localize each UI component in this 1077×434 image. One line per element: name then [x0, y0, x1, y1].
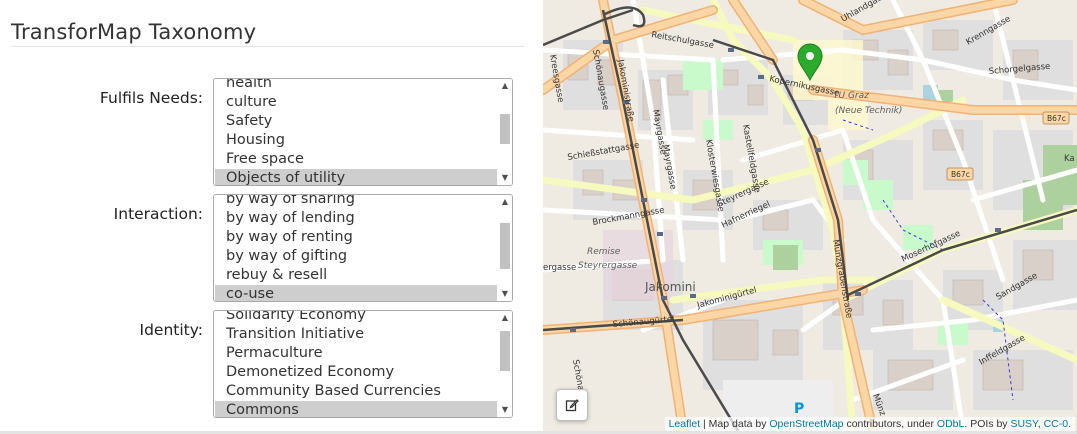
list-option[interactable]: Housing [215, 131, 497, 150]
fulfils-needs-select[interactable]: health culture Safety Housing Free space… [213, 78, 513, 186]
attribution-text: . [1068, 418, 1071, 430]
parking-icon: P [794, 401, 804, 417]
scrollbar[interactable]: ▲ ▼ [498, 311, 512, 417]
map-tiles[interactable]: Reitschulgasse Uhlandgasse Krenngasse Sc… [543, 0, 1077, 431]
map-label-ka: Ka [1064, 154, 1075, 164]
list-option[interactable]: by way of lending [215, 209, 497, 228]
scroll-up-icon[interactable]: ▲ [498, 311, 512, 325]
cc0-link[interactable]: CC-0 [1044, 418, 1069, 430]
edit-button[interactable] [556, 389, 588, 421]
susy-link[interactable]: SUSY [1010, 418, 1037, 430]
list-option[interactable]: Demonetized Economy [215, 363, 497, 382]
scroll-down-icon[interactable]: ▼ [498, 287, 512, 301]
list-option[interactable]: Solidarity Economy [215, 311, 497, 325]
map-label-b67c-south: B67c [951, 170, 970, 179]
scroll-thumb[interactable] [500, 223, 510, 269]
list-option[interactable]: by way of renting [215, 228, 497, 247]
identity-select[interactable]: Solidarity Economy Transition Initiative… [213, 310, 513, 418]
list-option[interactable]: Community Based Currencies [215, 382, 497, 401]
scroll-up-icon[interactable]: ▲ [498, 79, 512, 93]
attribution-text: | Map data by [700, 418, 770, 430]
interaction-label: Interaction: [113, 205, 203, 223]
scrollbar[interactable]: ▲ ▼ [498, 79, 512, 185]
list-option-selected[interactable]: Objects of utility [215, 169, 497, 185]
list-option[interactable]: Permaculture [215, 344, 497, 363]
map-label-remise-steyrergasse: Steyrergasse [578, 261, 638, 271]
identity-label: Identity: [139, 321, 204, 339]
openstreetmap-link[interactable]: OpenStreetMap [769, 418, 843, 430]
list-option[interactable]: Transition Initiative [215, 325, 497, 344]
map-label-jakomini: Jakomini [644, 280, 696, 294]
list-option[interactable]: by way of gifting [215, 247, 497, 266]
leaflet-link[interactable]: Leaflet [669, 418, 701, 430]
page-title: TransforMap Taxonomy [11, 20, 257, 44]
scroll-down-icon[interactable]: ▼ [498, 403, 512, 417]
map-label-tu-graz: TU Graz [833, 91, 869, 101]
attribution-text: . POIs by [964, 418, 1011, 430]
fulfils-needs-label: Fulfils Needs: [99, 89, 203, 107]
taxonomy-panel: TransforMap Taxonomy Fulfils Needs: heal… [0, 0, 543, 434]
map-attribution: Leaflet | Map data by OpenStreetMap cont… [664, 417, 1075, 431]
list-option[interactable]: by way of sharing [215, 195, 497, 209]
list-option[interactable]: Safety [215, 112, 497, 131]
scroll-thumb[interactable] [500, 331, 510, 371]
map-label-remise: Remise [587, 247, 621, 257]
map-label-ergasse: ergasse [543, 263, 576, 273]
list-option-selected[interactable]: co-use [215, 285, 497, 301]
scroll-up-icon[interactable]: ▲ [498, 195, 512, 209]
edit-icon [565, 399, 579, 412]
odbl-link[interactable]: ODbL [937, 418, 964, 430]
scroll-down-icon[interactable]: ▼ [498, 171, 512, 185]
scrollbar[interactable]: ▲ ▼ [498, 195, 512, 301]
attribution-text: contributors, under [843, 418, 937, 430]
list-option[interactable]: culture [215, 93, 497, 112]
interaction-select[interactable]: by way of sharing by way of lending by w… [213, 194, 513, 302]
map-label-neue-technik: (Neue Technik) [835, 106, 902, 116]
list-option-selected[interactable]: Commons [215, 401, 497, 417]
list-option[interactable]: Free space [215, 150, 497, 169]
title-divider [11, 46, 524, 47]
map-label-b67c-east: B67c [1047, 114, 1066, 123]
list-option[interactable]: health [215, 79, 497, 93]
map-view[interactable]: Reitschulgasse Uhlandgasse Krenngasse Sc… [543, 0, 1077, 431]
scroll-thumb[interactable] [500, 114, 510, 144]
list-option[interactable]: rebuy & resell [215, 266, 497, 285]
